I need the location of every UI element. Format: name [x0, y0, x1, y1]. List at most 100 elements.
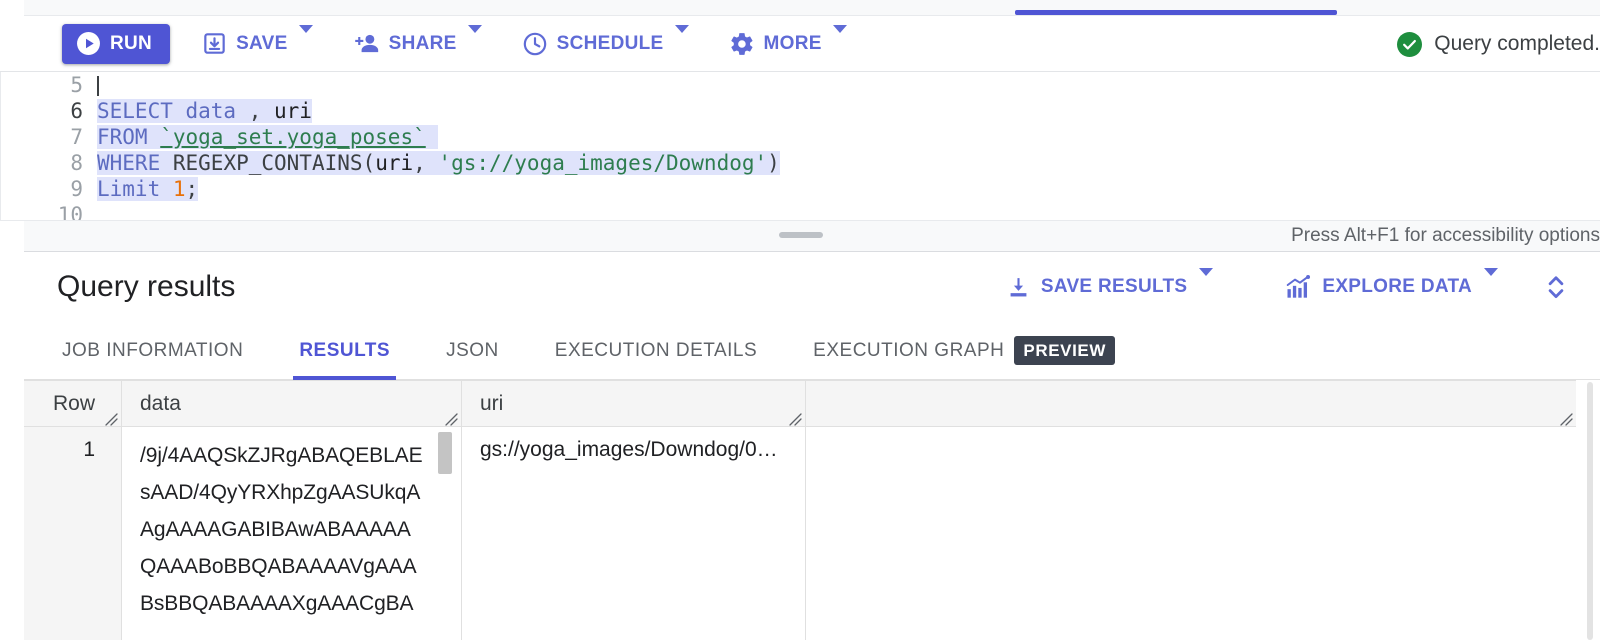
- sql-selection: Limit 1;: [97, 177, 199, 201]
- tab-label: EXECUTION DETAILS: [554, 339, 758, 361]
- line-number: 6: [70, 99, 83, 123]
- page-title: Query results: [57, 270, 236, 303]
- column-header-row-label: Row: [52, 391, 95, 415]
- download-icon: [1006, 275, 1031, 300]
- person-add-icon: [353, 31, 380, 56]
- editor-footer-left-edge: [0, 221, 24, 252]
- run-button-label: RUN: [110, 32, 153, 54]
- line-number: 9: [70, 177, 83, 201]
- tab-label: EXECUTION GRAPH: [813, 339, 1005, 361]
- sql-token: SELECT: [97, 99, 173, 123]
- editor-footer: Press Alt+F1 for accessibility options: [0, 220, 1600, 252]
- cell-uri[interactable]: gs://yoga_images/Downdog/0…: [462, 427, 806, 640]
- sql-token: 'gs://yoga_images/Downdog': [438, 151, 768, 175]
- sql-editor[interactable]: 5 6 7 8 9 10 SELECT data , uri FROM `yoga…: [0, 72, 1600, 220]
- sql-token: uri: [375, 151, 414, 175]
- results-header: Query results SAVE RESULTS EXPLORE DATA: [24, 252, 1600, 322]
- sql-token: ,: [248, 99, 275, 123]
- column-header-row[interactable]: Row: [24, 381, 122, 426]
- schedule-button[interactable]: SCHEDULE: [512, 24, 699, 63]
- cell-data-line: sAAD/4QyYRXhpZgAASUkqA: [140, 481, 421, 504]
- results-table: Row data uri 1 /9j/4AAQSkZJRgABAQEBLAE s…: [24, 380, 1576, 642]
- tab-json[interactable]: JSON: [418, 322, 527, 379]
- table-row: 1 /9j/4AAQSkZJRgABAQEBLAE sAAD/4QyYRXhpZg…: [24, 427, 1576, 640]
- chart-trend-icon: [1285, 274, 1312, 300]
- column-resize-grip[interactable]: [442, 408, 458, 426]
- tab-execution-details[interactable]: EXECUTION DETAILS: [527, 322, 785, 379]
- sql-token: ;: [185, 177, 199, 201]
- chevron-down-icon: [832, 24, 847, 55]
- sql-line: [97, 72, 1597, 98]
- chevron-down-icon: [674, 24, 689, 55]
- tab-label: RESULTS: [299, 339, 391, 361]
- sql-token: `yoga_set.yoga_poses`: [160, 125, 426, 149]
- explore-data-button[interactable]: EXPLORE DATA: [1275, 267, 1508, 307]
- column-header-blank: [806, 381, 1576, 426]
- results-tabs: JOB INFORMATION RESULTS JSON EXECUTION DETA…: [24, 322, 1600, 380]
- chevron-down-icon: [1199, 268, 1214, 298]
- tab-execution-graph[interactable]: EXECUTION GRAPH PREVIEW: [785, 322, 1143, 379]
- sql-line: Limit 1;: [97, 176, 1597, 202]
- query-status-text: Query completed.: [1434, 32, 1600, 55]
- cell-data-lines: /9j/4AAQSkZJRgABAQEBLAE sAAD/4QyYRXhpZgAA…: [140, 437, 461, 622]
- chevron-down-icon: [298, 24, 313, 55]
- column-resize-grip[interactable]: [102, 408, 118, 426]
- cell-data-line: QAAABoBBQABAAAAVgAAA: [140, 555, 417, 578]
- gear-icon: [729, 31, 755, 57]
- cell-data[interactable]: /9j/4AAQSkZJRgABAQEBLAE sAAD/4QyYRXhpZgAA…: [122, 427, 462, 640]
- save-results-button[interactable]: SAVE RESULTS: [996, 267, 1223, 307]
- panel-resize-handle[interactable]: [779, 232, 823, 238]
- tab-job-information[interactable]: JOB INFORMATION: [34, 322, 271, 379]
- tab-strip-left-edge: [0, 0, 24, 16]
- sql-line: WHERE REGEXP_CONTAINS(uri, 'gs://yoga_im…: [97, 150, 1597, 176]
- sql-code-area[interactable]: SELECT data , uri FROM `yoga_set.yoga_pos…: [97, 72, 1597, 220]
- accessibility-hint: Press Alt+F1 for accessibility options: [1291, 225, 1600, 246]
- column-header-data[interactable]: data: [122, 381, 462, 426]
- more-button[interactable]: MORE: [719, 24, 857, 63]
- sql-selection: WHERE REGEXP_CONTAINS(uri, 'gs://yoga_im…: [97, 151, 780, 175]
- unfold-more-icon[interactable]: [1534, 265, 1578, 309]
- cell-scrollbar-thumb[interactable]: [438, 432, 452, 474]
- more-button-label: MORE: [763, 32, 822, 54]
- column-resize-grip[interactable]: [786, 408, 802, 426]
- tab-label: JSON: [446, 339, 499, 361]
- clock-icon: [522, 31, 548, 57]
- share-button[interactable]: SHARE: [343, 24, 492, 63]
- query-status: Query completed.: [1397, 16, 1600, 72]
- chevron-down-icon: [467, 24, 482, 55]
- sql-selection: FROM `yoga_set.yoga_poses`: [97, 125, 439, 149]
- sql-token: uri: [274, 99, 312, 123]
- play-circle-icon: [76, 31, 101, 56]
- sql-token: Limit: [97, 177, 161, 201]
- cell-data-line: /9j/4AAQSkZJRgABAQEBLAE: [140, 444, 423, 467]
- preview-badge: PREVIEW: [1014, 336, 1115, 365]
- line-number: 5: [70, 73, 83, 97]
- column-header-uri[interactable]: uri: [462, 381, 806, 426]
- sql-token: 1: [172, 177, 186, 201]
- line-number: 8: [70, 151, 83, 175]
- sql-token: ,: [413, 151, 439, 175]
- share-button-label: SHARE: [388, 32, 457, 54]
- sql-token: FROM: [97, 125, 148, 149]
- save-download-icon: [202, 31, 227, 56]
- sql-token: ): [767, 151, 780, 175]
- cell-row-number: 1: [24, 427, 122, 640]
- save-button-label: SAVE: [236, 32, 288, 54]
- sql-token: REGEXP_CONTAINS: [172, 151, 363, 175]
- run-button[interactable]: RUN: [62, 23, 171, 64]
- results-vertical-scrollbar[interactable]: [1587, 382, 1593, 640]
- sql-line: FROM `yoga_set.yoga_poses`: [97, 124, 1597, 150]
- check-circle-icon: [1397, 31, 1423, 57]
- query-toolbar: RUN SAVE SHARE SCHEDULE MORE: [0, 16, 1600, 72]
- column-resize-grip[interactable]: [1557, 408, 1573, 426]
- column-header-uri-label: uri: [480, 391, 504, 415]
- sql-line: SELECT data , uri: [97, 98, 1597, 124]
- sql-token: WHERE: [97, 151, 161, 175]
- save-button[interactable]: SAVE: [192, 24, 323, 63]
- tab-results[interactable]: RESULTS: [271, 322, 418, 380]
- active-tab-indicator[interactable]: [1015, 10, 1337, 15]
- sql-token: data: [172, 99, 249, 123]
